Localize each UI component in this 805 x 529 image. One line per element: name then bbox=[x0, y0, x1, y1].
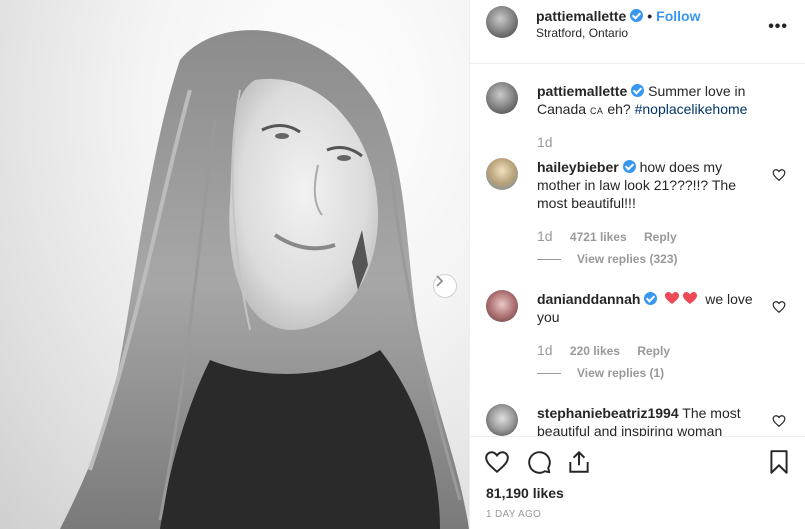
replies-divider bbox=[537, 259, 561, 261]
comment-age[interactable]: 1d bbox=[537, 228, 553, 244]
photo-illustration bbox=[60, 30, 469, 529]
follow-button[interactable]: Follow bbox=[656, 8, 700, 24]
verified-icon bbox=[622, 160, 636, 173]
comment-username[interactable]: stephaniebeatriz1994 bbox=[537, 405, 679, 421]
post-location[interactable]: Stratford, Ontario bbox=[536, 26, 628, 40]
reply-button[interactable]: Reply bbox=[644, 230, 677, 244]
comments-list[interactable]: pattiemallette Summer love in Canada ca … bbox=[470, 64, 805, 436]
caption-text-end: eh? bbox=[603, 101, 631, 117]
avatar[interactable] bbox=[486, 290, 518, 322]
verified-icon bbox=[644, 292, 658, 305]
post-author-username[interactable]: pattiemallette bbox=[536, 8, 626, 24]
post-panel: pattiemallette • Follow Stratford, Ontario… bbox=[469, 0, 805, 529]
share-icon[interactable] bbox=[566, 449, 592, 475]
view-replies-button[interactable]: View replies (1) bbox=[537, 366, 664, 380]
replies-divider bbox=[537, 373, 561, 375]
bookmark-icon[interactable] bbox=[766, 449, 792, 475]
avatar[interactable] bbox=[486, 404, 518, 436]
separator-dot: • bbox=[647, 8, 653, 24]
view-replies-button[interactable]: View replies (323) bbox=[537, 252, 678, 266]
verified-icon bbox=[630, 9, 644, 22]
heart-icon[interactable] bbox=[484, 449, 510, 475]
caption-username[interactable]: pattiemallette bbox=[537, 83, 627, 99]
comment-item: danianddannah we love you 1d 220 likes R… bbox=[486, 290, 786, 400]
view-replies-label: View replies (323) bbox=[577, 252, 678, 266]
caption: pattiemallette Summer love in Canada ca … bbox=[486, 82, 786, 162]
comment-likes[interactable]: 220 likes bbox=[570, 344, 620, 358]
avatar[interactable] bbox=[486, 6, 518, 38]
like-comment-heart-icon[interactable] bbox=[772, 414, 786, 428]
comment-item: haileybieber how does my mother in law l… bbox=[486, 158, 786, 270]
comment-item: stephaniebeatriz1994 The most beautiful … bbox=[486, 404, 786, 436]
reply-button[interactable]: Reply bbox=[637, 344, 670, 358]
view-replies-label: View replies (1) bbox=[577, 366, 665, 380]
caption-age[interactable]: 1d bbox=[537, 134, 553, 150]
next-photo-button[interactable] bbox=[433, 274, 457, 298]
post-time-ago[interactable]: 1 DAY AGO bbox=[486, 509, 541, 520]
post-photo[interactable] bbox=[0, 0, 469, 529]
comment-likes[interactable]: 4721 likes bbox=[570, 230, 627, 244]
more-options-icon[interactable]: ••• bbox=[768, 18, 788, 36]
post-header: pattiemallette • Follow Stratford, Ontario… bbox=[470, 0, 805, 64]
avatar[interactable] bbox=[486, 158, 518, 190]
flag-icon: ca bbox=[589, 106, 604, 116]
comment-username[interactable]: danianddannah bbox=[537, 291, 640, 307]
post-actions: 81,190 likes 1 DAY AGO bbox=[470, 436, 805, 529]
avatar[interactable] bbox=[486, 82, 518, 114]
comment-age[interactable]: 1d bbox=[537, 342, 553, 358]
like-comment-heart-icon[interactable] bbox=[772, 300, 786, 314]
chevron-right-icon bbox=[436, 275, 444, 287]
like-comment-heart-icon[interactable] bbox=[772, 168, 786, 182]
likes-count[interactable]: 81,190 likes bbox=[486, 485, 564, 501]
hashtag-link[interactable]: #noplacelikehome bbox=[635, 101, 748, 117]
hearts-emoji-icon bbox=[665, 292, 698, 304]
verified-icon bbox=[631, 84, 645, 97]
comment-username[interactable]: haileybieber bbox=[537, 159, 619, 175]
comment-icon[interactable] bbox=[526, 449, 552, 475]
